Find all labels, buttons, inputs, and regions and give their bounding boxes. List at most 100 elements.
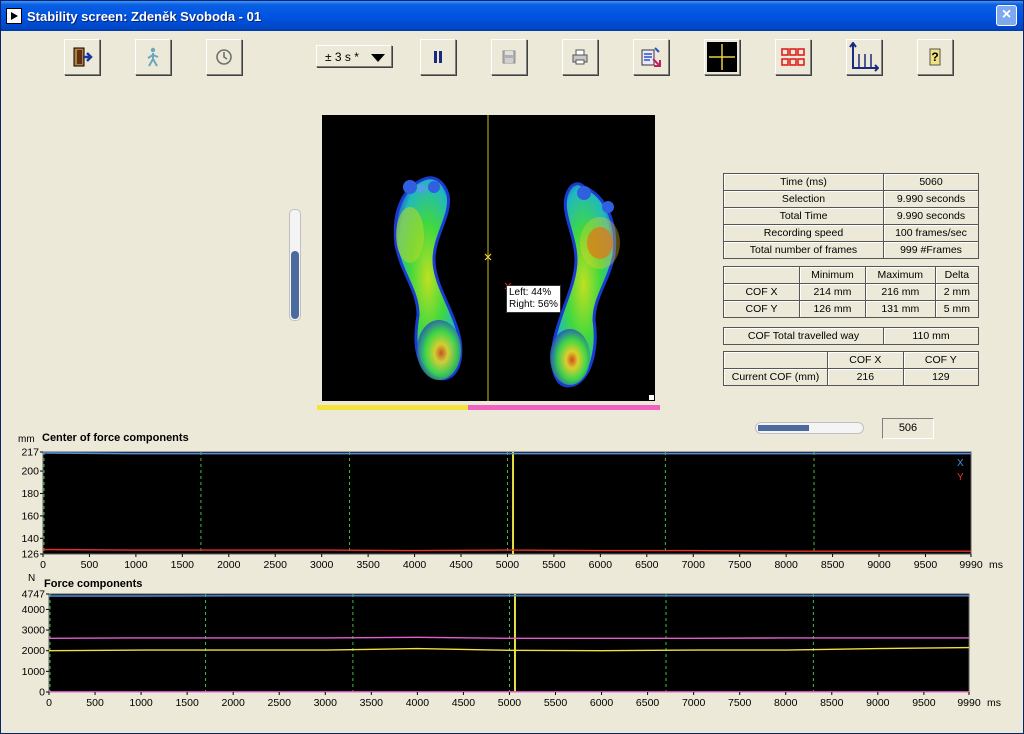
x-tick-label: 6500	[635, 559, 659, 571]
grid-icon	[781, 48, 805, 66]
title-bar[interactable]: Stability screen: Zdeněk Svoboda - 01 ×	[1, 1, 1023, 31]
x-tick-label: 7500	[728, 697, 752, 709]
info-value: 9.990 seconds	[883, 190, 979, 208]
y-tick-label: 160	[21, 510, 39, 522]
frame-number-display[interactable]: 506	[882, 418, 934, 439]
left-right-balance-bar	[317, 405, 660, 410]
close-button[interactable]: ×	[996, 5, 1017, 26]
app-icon	[6, 8, 22, 24]
x-tick-label: 1000	[129, 697, 153, 709]
cof-stats-header-blank	[723, 266, 800, 284]
pause-button[interactable]	[420, 39, 456, 75]
y-tick-label: 0	[39, 687, 45, 699]
x-tick-label: 1000	[124, 559, 148, 571]
exit-icon	[73, 47, 93, 67]
chevron-down-icon	[371, 54, 385, 62]
export-button[interactable]	[633, 39, 669, 75]
info-label: Selection	[723, 190, 884, 208]
info-label: Time (ms)	[723, 173, 884, 191]
travel-table: COF Total travelled way 110 mm	[723, 327, 979, 345]
info-label: Total number of frames	[723, 241, 884, 259]
current-header-x: COF X	[827, 351, 904, 369]
x-tick-label: 2500	[264, 559, 288, 571]
help-button[interactable]: ?	[917, 39, 953, 75]
table-row: Time (ms) 5060	[723, 173, 979, 191]
axes-button[interactable]	[846, 39, 882, 75]
y-tick-label: 217	[21, 447, 39, 459]
y-tick-label: 3000	[22, 625, 46, 637]
table-row: Recording speed 100 frames/sec	[723, 224, 979, 242]
cof-x-delta: 2 mm	[934, 283, 980, 301]
x-tick-label: 1500	[171, 559, 195, 571]
cof-x-label: COF X	[723, 283, 800, 301]
x-tick-label: 8500	[820, 697, 844, 709]
y-tick-label: 140	[21, 533, 39, 545]
table-row: Total Time 9.990 seconds	[723, 207, 979, 225]
printer-icon	[572, 49, 588, 65]
x-tick-label: 7000	[682, 559, 706, 571]
x-tick-label: 9000	[867, 559, 891, 571]
clock-button[interactable]	[206, 39, 242, 75]
cof-stats-table: Minimum Maximum Delta COF X 214 mm 216 m…	[723, 266, 980, 318]
x-tick-label: 5000	[496, 559, 520, 571]
current-cof-label: Current COF (mm)	[723, 368, 828, 386]
walk-mode-button[interactable]	[135, 39, 171, 75]
y-tick-label: 126	[21, 549, 39, 561]
frame-slider[interactable]	[755, 422, 864, 434]
walking-person-icon	[147, 47, 159, 67]
table-row: COF Y 126 mm 131 mm 5 mm	[723, 300, 980, 318]
exit-button[interactable]	[64, 39, 100, 75]
print-button[interactable]	[562, 39, 598, 75]
x-tick-label: 4500	[449, 559, 473, 571]
floppy-disk-icon	[502, 50, 516, 64]
resize-grip-icon[interactable]	[649, 395, 654, 400]
cof-stats-header-max: Maximum	[864, 266, 936, 284]
y-tick-label: 180	[21, 488, 39, 500]
x-tick-label: 500	[86, 697, 104, 709]
foot-pressure-view	[322, 115, 655, 401]
left-foot-print	[393, 176, 463, 381]
cof-stats-header-delta: Delta	[934, 266, 980, 284]
left-right-distribution-label: Left: 44% Right: 56%	[506, 285, 561, 313]
pressure-scale-fill	[291, 250, 299, 319]
pressure-scale-slider[interactable]	[289, 209, 301, 321]
x-tick-label: 9990	[957, 697, 981, 709]
pause-icon	[434, 51, 442, 63]
x-tick-label: 9500	[912, 697, 936, 709]
legend-entry: X	[957, 458, 964, 469]
force-chart[interactable]: 0 1000 2000 3000 4000 4747 0 500 1000 1500 2000 250…	[1, 587, 1024, 715]
x-tick-label: 3000	[310, 559, 334, 571]
cof-chart-title: Center of force components	[42, 432, 189, 444]
x-tick-label: 3500	[360, 697, 384, 709]
travel-label: COF Total travelled way	[723, 327, 884, 345]
table-row: COF Total travelled way 110 mm	[723, 327, 979, 345]
x-tick-label: 4500	[452, 697, 476, 709]
table-row: Selection 9.990 seconds	[723, 190, 979, 208]
foot-pressure-map	[393, 115, 654, 401]
current-cof-table: COF X COF Y Current COF (mm) 216 129	[723, 351, 980, 386]
time-window-select[interactable]: ± 3 s *	[316, 45, 392, 67]
y-tick-label: 200	[21, 466, 39, 478]
x-tick-label: 8000	[774, 559, 798, 571]
save-button[interactable]	[491, 39, 527, 75]
x-tick-label: 0	[40, 559, 46, 571]
x-axis-unit-label: ms	[989, 559, 1003, 571]
table-row: Current COF (mm) 216 129	[723, 368, 980, 386]
grid-button[interactable]	[775, 39, 811, 75]
cof-chart[interactable]: 126 140 160 180 200 217 0 500 1000 1500 2000 2500 30…	[1, 444, 1024, 576]
crosshair-button[interactable]	[704, 39, 740, 75]
x-tick-label: 7500	[728, 559, 752, 571]
table-row: COF X 214 mm 216 mm 2 mm	[723, 283, 980, 301]
y-tick-label: 4000	[22, 604, 46, 616]
cof-stats-header-min: Minimum	[799, 266, 866, 284]
table-row: COF X COF Y	[723, 351, 980, 369]
x-tick-label: 5500	[544, 697, 568, 709]
x-tick-label: 2000	[222, 697, 246, 709]
axes-icon	[849, 42, 879, 72]
help-icon: ?	[929, 48, 941, 66]
x-tick-label: 9990	[959, 559, 983, 571]
force-chart-ylabel: N	[28, 573, 36, 584]
x-tick-label: 0	[46, 697, 52, 709]
travel-value: 110 mm	[883, 327, 979, 345]
window-title: Stability screen: Zdeněk Svoboda - 01	[27, 9, 262, 24]
